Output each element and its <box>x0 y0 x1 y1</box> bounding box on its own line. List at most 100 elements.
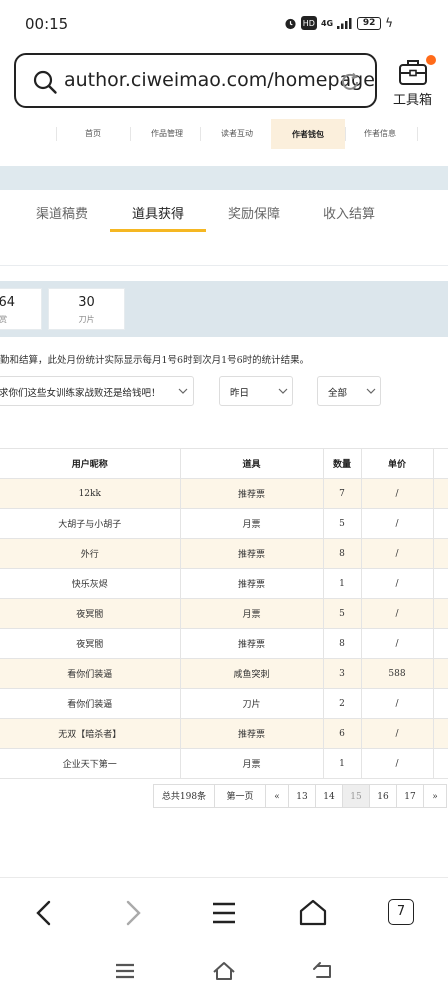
cell-prop: 月票 <box>179 508 323 539</box>
settlement-note: 勤和结算，此处月份统计实际显示每月1号6时到次月1号6时的统计结果。 <box>0 355 310 366</box>
cell-unit-price: / <box>360 478 433 509</box>
pager-page[interactable]: 14 <box>315 784 343 808</box>
tab-income-settlement[interactable]: 收入结算 <box>323 203 375 222</box>
cell-extra <box>432 508 448 539</box>
cell-extra <box>432 628 448 659</box>
cell-extra <box>432 748 448 779</box>
book-select[interactable]: 求你们这些女训练家战败还是给钱吧！ <box>0 376 194 406</box>
battery-icon: 92 <box>357 16 382 30</box>
stat-value: 30 <box>78 295 95 310</box>
toolbox-button[interactable]: 工具箱 <box>390 55 438 108</box>
url-text[interactable]: author.ciweimao.com/homepage <box>64 69 375 91</box>
cell-prop: 推荐票 <box>179 538 323 569</box>
address-bar[interactable]: author.ciweimao.com/homepage <box>14 53 377 108</box>
cell-unit-price: / <box>360 628 433 659</box>
nav-home[interactable]: 首页 <box>56 119 130 149</box>
nav-author-info[interactable]: 作者信息 <box>343 119 417 149</box>
status-bar: 00:15 HD 4G 92 ϟ <box>0 0 448 48</box>
cell-nickname: 无双【暗杀者】 <box>0 718 180 749</box>
cell-nickname: 快乐灰烬 <box>0 568 180 599</box>
cell-quantity: 5 <box>322 598 361 629</box>
cell-extra <box>432 478 448 509</box>
cell-extra <box>432 688 448 719</box>
cell-quantity: 1 <box>322 748 361 779</box>
pager-current-page[interactable]: 15 <box>342 784 370 808</box>
cell-nickname: 看你们装逼 <box>0 688 180 719</box>
pager-next[interactable]: » <box>423 784 447 808</box>
cell-nickname: 大胡子与小胡子 <box>0 508 180 539</box>
system-home-icon[interactable] <box>212 960 236 982</box>
col-header-quantity: 数量 <box>322 448 361 479</box>
stat-card: 264 赏 <box>0 288 42 330</box>
cell-prop: 月票 <box>179 598 323 629</box>
type-select-value: 全部 <box>328 388 348 399</box>
book-select-value: 求你们这些女训练家战败还是给钱吧！ <box>0 388 161 399</box>
cell-unit-price: / <box>360 748 433 779</box>
pager-page[interactable]: 13 <box>288 784 316 808</box>
table-row: 看你们装逼 咸鱼突刺 3 588 <box>0 658 448 689</box>
divider <box>0 265 448 266</box>
cell-nickname: 夜冥閻 <box>0 598 180 629</box>
nav-reader-interaction[interactable]: 读者互动 <box>200 119 274 149</box>
col-header-unit-price: 单价 <box>360 448 433 479</box>
reload-icon[interactable] <box>339 71 361 93</box>
table-row: 夜冥閻 月票 5/ <box>0 598 448 629</box>
cell-nickname: 看你们装逼 <box>0 658 180 689</box>
nav-wallet[interactable]: 作者钱包 <box>271 119 345 149</box>
cell-extra <box>432 538 448 569</box>
cell-extra <box>432 598 448 629</box>
cell-quantity: 3 <box>322 658 361 689</box>
col-header-prop: 道具 <box>179 448 323 479</box>
table-row: 快乐灰烬 推荐票 1/ <box>0 568 448 599</box>
cell-unit-price: 588 <box>360 658 433 689</box>
notification-dot <box>426 55 436 65</box>
charging-icon: ϟ <box>385 16 393 30</box>
cell-nickname: 外行 <box>0 538 180 569</box>
table-row: 大胡子与小胡子 月票 5/ <box>0 508 448 539</box>
system-back-icon[interactable] <box>311 960 335 982</box>
recent-apps-icon[interactable] <box>113 960 137 982</box>
pager-first-page[interactable]: 第一页 <box>214 784 266 808</box>
back-icon[interactable] <box>27 896 61 930</box>
pager-prev[interactable]: « <box>265 784 289 808</box>
type-select[interactable]: 全部 <box>317 376 381 406</box>
nav-works[interactable]: 作品管理 <box>130 119 204 149</box>
cell-nickname: 12kk <box>0 478 180 509</box>
chevron-down-icon <box>178 388 188 394</box>
tab-reward-guarantee[interactable]: 奖励保障 <box>228 203 280 222</box>
cell-unit-price: / <box>360 568 433 599</box>
cell-unit-price: / <box>360 538 433 569</box>
status-icons: HD 4G 92 ϟ <box>284 16 393 30</box>
home-icon[interactable] <box>296 896 330 930</box>
date-select-value: 昨日 <box>230 388 250 399</box>
browser-toolbar <box>0 877 448 947</box>
cell-quantity: 1 <box>322 568 361 599</box>
cell-prop: 推荐票 <box>179 628 323 659</box>
props-table: 用户昵称 道具 数量 单价 12kk 推荐票 7/大胡子与小胡子 月票 5/外行 推荐票 8… <box>0 448 448 779</box>
forward-icon[interactable] <box>116 896 150 930</box>
cell-quantity: 6 <box>322 718 361 749</box>
menu-icon[interactable] <box>207 896 241 930</box>
cell-prop: 月票 <box>179 748 323 779</box>
cell-unit-price: / <box>360 598 433 629</box>
cell-quantity: 8 <box>322 538 361 569</box>
chevron-down-icon <box>366 388 376 394</box>
col-header-extra <box>432 448 448 479</box>
cell-prop: 推荐票 <box>179 478 323 509</box>
tab-props-received[interactable]: 道具获得 <box>132 203 184 222</box>
tab-count-button[interactable]: 7 <box>388 899 414 925</box>
pager-page[interactable]: 16 <box>369 784 397 808</box>
table-row: 看你们装逼 刀片 2/ <box>0 688 448 719</box>
table-row: 企业天下第一 月票 1/ <box>0 748 448 779</box>
table-row: 无双【暗杀者】 推荐票 6/ <box>0 718 448 749</box>
date-select[interactable]: 昨日 <box>219 376 293 406</box>
cell-extra <box>432 658 448 689</box>
pager-total: 总共198条 <box>153 784 215 808</box>
toolbox-icon <box>399 60 427 85</box>
tab-channel-fees[interactable]: 渠道稿费 <box>36 203 88 222</box>
cell-prop: 推荐票 <box>179 568 323 599</box>
cell-prop: 推荐票 <box>179 718 323 749</box>
stat-label: 刀片 <box>78 315 95 324</box>
active-tab-indicator <box>110 229 206 232</box>
pager-page[interactable]: 17 <box>396 784 424 808</box>
